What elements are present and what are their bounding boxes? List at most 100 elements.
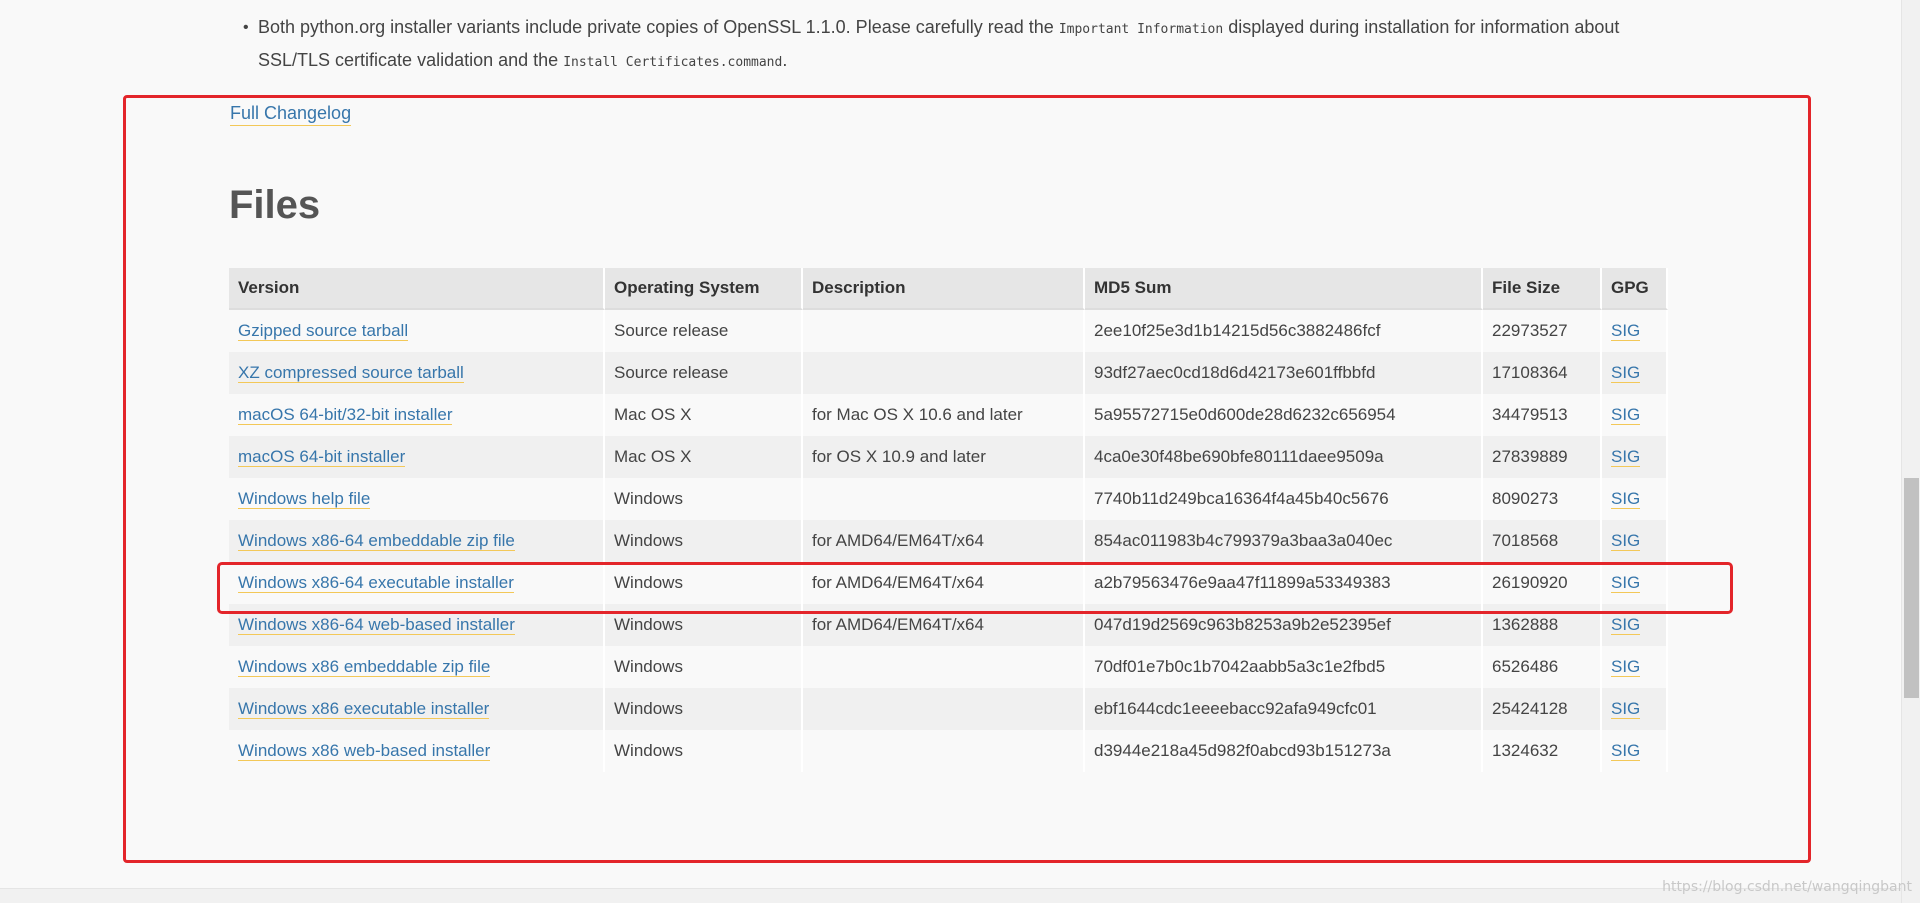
cell-md5-sum: 7740b11d249bca16364f4a45b40c5676	[1085, 478, 1483, 520]
sig-link[interactable]: SIG	[1611, 657, 1641, 677]
cell-version: XZ compressed source tarball	[229, 352, 605, 394]
cell-version: Windows x86 web-based installer	[229, 730, 605, 772]
sig-link[interactable]: SIG	[1611, 489, 1641, 509]
cell-operating-system: Windows	[605, 562, 803, 604]
cell-file-size: 34479513	[1483, 394, 1602, 436]
cell-version: Windows x86-64 web-based installer	[229, 604, 605, 646]
scrollbar-thumb[interactable]	[1904, 478, 1919, 698]
cell-gpg: SIG	[1602, 646, 1668, 688]
sig-link[interactable]: SIG	[1611, 363, 1641, 383]
cell-gpg: SIG	[1602, 730, 1668, 772]
cell-md5-sum: 70df01e7b0c1b7042aabb5a3c1e2fbd5	[1085, 646, 1483, 688]
cell-description: for AMD64/EM64T/x64	[803, 520, 1085, 562]
column-header-file-size: File Size	[1483, 268, 1602, 310]
watermark: https://blog.csdn.net/wangqingbant	[1662, 879, 1912, 895]
cell-gpg: SIG	[1602, 478, 1668, 520]
file-download-link[interactable]: Windows x86-64 web-based installer	[238, 615, 515, 635]
openssl-note: • Both python.org installer variants inc…	[243, 12, 1683, 78]
cell-description	[803, 352, 1085, 394]
sig-link[interactable]: SIG	[1611, 447, 1641, 467]
cell-description: for AMD64/EM64T/x64	[803, 562, 1085, 604]
file-download-link[interactable]: Windows x86 executable installer	[238, 699, 490, 719]
sig-link[interactable]: SIG	[1611, 741, 1641, 761]
sig-link[interactable]: SIG	[1611, 699, 1641, 719]
cell-description	[803, 688, 1085, 730]
cell-file-size: 8090273	[1483, 478, 1602, 520]
cell-version: Windows x86-64 executable installer	[229, 562, 605, 604]
sig-link[interactable]: SIG	[1611, 321, 1641, 341]
cell-file-size: 1324632	[1483, 730, 1602, 772]
cell-file-size: 1362888	[1483, 604, 1602, 646]
cell-description	[803, 646, 1085, 688]
cell-md5-sum: ebf1644cdc1eeeebacc92afa949cfc01	[1085, 688, 1483, 730]
cell-version: Windows help file	[229, 478, 605, 520]
table-row: Windows x86 executable installer Windows e…	[229, 688, 1668, 730]
table-row: XZ compressed source tarball Source relea…	[229, 352, 1668, 394]
cell-file-size: 6526486	[1483, 646, 1602, 688]
sig-link[interactable]: SIG	[1611, 405, 1641, 425]
cell-md5-sum: a2b79563476e9aa47f11899a53349383	[1085, 562, 1483, 604]
column-header-gpg: GPG	[1602, 268, 1668, 310]
file-download-link[interactable]: Windows x86-64 embeddable zip file	[238, 531, 515, 551]
files-heading: Files	[229, 183, 321, 227]
table-row: Windows x86 web-based installer Windows d3…	[229, 730, 1668, 772]
cell-file-size: 26190920	[1483, 562, 1602, 604]
cell-description: for OS X 10.9 and later	[803, 436, 1085, 478]
cell-md5-sum: 5a95572715e0d600de28d6232c656954	[1085, 394, 1483, 436]
file-download-link[interactable]: XZ compressed source tarball	[238, 363, 464, 383]
cell-description	[803, 730, 1085, 772]
note-part3: .	[782, 50, 788, 70]
table-row: Windows x86 embeddable zip file Windows 70…	[229, 646, 1668, 688]
table-row: macOS 64-bit installer Mac OS Xfor OS X 1…	[229, 436, 1668, 478]
file-download-link[interactable]: Gzipped source tarball	[238, 321, 409, 341]
file-download-link[interactable]: Windows help file	[238, 489, 371, 509]
note-part1: Both python.org installer variants inclu…	[258, 17, 1059, 37]
note-code-install-certificates: Install Certificates.command	[563, 55, 783, 70]
cell-version: macOS 64-bit installer	[229, 436, 605, 478]
table-row: Windows x86-64 executable installer Windo…	[229, 562, 1668, 604]
cell-description	[803, 478, 1085, 520]
cell-gpg: SIG	[1602, 520, 1668, 562]
vertical-scrollbar[interactable]	[1901, 0, 1920, 903]
sig-link[interactable]: SIG	[1611, 573, 1641, 593]
table-header-row: Version Operating System Description MD5 Su…	[229, 268, 1668, 310]
cell-file-size: 7018568	[1483, 520, 1602, 562]
cell-file-size: 17108364	[1483, 352, 1602, 394]
cell-operating-system: Windows	[605, 646, 803, 688]
cell-operating-system: Windows	[605, 604, 803, 646]
cell-description: for AMD64/EM64T/x64	[803, 604, 1085, 646]
file-download-link[interactable]: Windows x86 web-based installer	[238, 741, 491, 761]
cell-operating-system: Source release	[605, 352, 803, 394]
file-download-link[interactable]: macOS 64-bit installer	[238, 447, 406, 467]
file-download-link[interactable]: macOS 64-bit/32-bit installer	[238, 405, 453, 425]
table-row: Windows x86-64 embeddable zip file Window…	[229, 520, 1668, 562]
cell-file-size: 27839889	[1483, 436, 1602, 478]
bullet-icon: •	[243, 19, 249, 36]
cell-operating-system: Windows	[605, 688, 803, 730]
cell-md5-sum: 2ee10f25e3d1b14215d56c3882486fcf	[1085, 310, 1483, 352]
cell-operating-system: Windows	[605, 730, 803, 772]
files-table: Version Operating System Description MD5 Su…	[229, 268, 1668, 772]
cell-gpg: SIG	[1602, 604, 1668, 646]
cell-file-size: 25424128	[1483, 688, 1602, 730]
column-header-version: Version	[229, 268, 605, 310]
file-download-link[interactable]: Windows x86-64 executable installer	[238, 573, 514, 593]
cell-version: Windows x86-64 embeddable zip file	[229, 520, 605, 562]
column-header-description: Description	[803, 268, 1085, 310]
horizontal-scrollbar[interactable]	[0, 888, 1901, 903]
cell-operating-system: Source release	[605, 310, 803, 352]
table-row: Gzipped source tarball Source release 2ee1…	[229, 310, 1668, 352]
cell-md5-sum: 93df27aec0cd18d6d42173e601ffbbfd	[1085, 352, 1483, 394]
cell-md5-sum: 4ca0e30f48be690bfe80111daee9509a	[1085, 436, 1483, 478]
file-download-link[interactable]: Windows x86 embeddable zip file	[238, 657, 491, 677]
cell-operating-system: Mac OS X	[605, 436, 803, 478]
cell-description: for Mac OS X 10.6 and later	[803, 394, 1085, 436]
full-changelog-link[interactable]: Full Changelog	[230, 101, 352, 126]
sig-link[interactable]: SIG	[1611, 531, 1641, 551]
cell-version: Windows x86 executable installer	[229, 688, 605, 730]
cell-version: Gzipped source tarball	[229, 310, 605, 352]
sig-link[interactable]: SIG	[1611, 615, 1641, 635]
column-header-operating-system: Operating System	[605, 268, 803, 310]
cell-md5-sum: 047d19d2569c963b8253a9b2e52395ef	[1085, 604, 1483, 646]
cell-operating-system: Windows	[605, 520, 803, 562]
